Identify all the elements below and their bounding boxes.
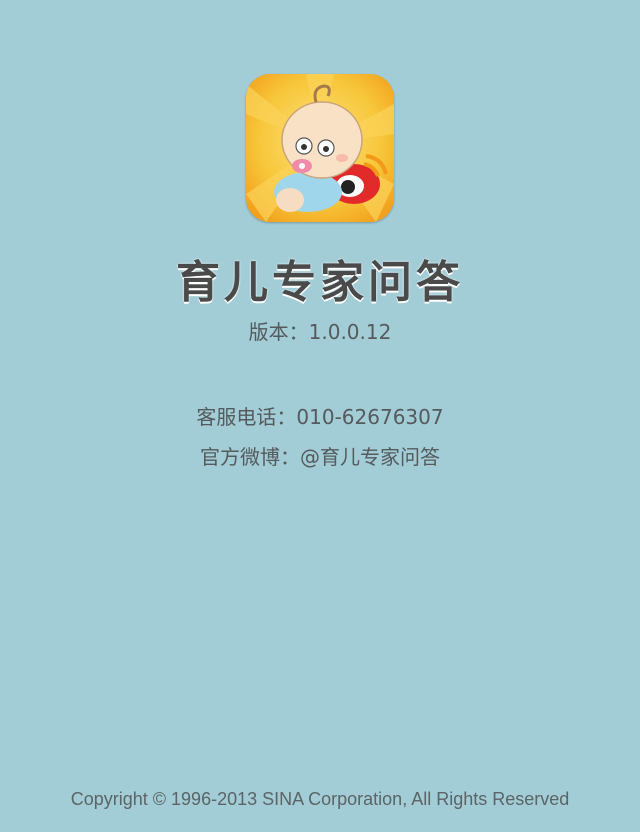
weibo-account[interactable]: @育儿专家问答 [300, 445, 440, 469]
version-text: 版本：1.0.0.12 [0, 316, 640, 345]
app-title: 育儿专家问答 [176, 257, 464, 308]
official-weibo: 官方微博：@育儿专家问答 [0, 441, 640, 470]
app-icon [246, 74, 394, 222]
phone-label: 客服电话： [196, 405, 297, 429]
baby-app-icon [246, 74, 394, 222]
version-number: 1.0.0.12 [308, 320, 392, 344]
copyright-text: Copyright © 1996-2013 SINA Corporation, … [70, 789, 570, 809]
version-label: 版本： [248, 320, 309, 344]
phone-number[interactable]: 010-62676307 [296, 405, 443, 429]
customer-service-phone: 客服电话：010-62676307 [0, 401, 640, 430]
weibo-label: 官方微博： [200, 445, 300, 469]
